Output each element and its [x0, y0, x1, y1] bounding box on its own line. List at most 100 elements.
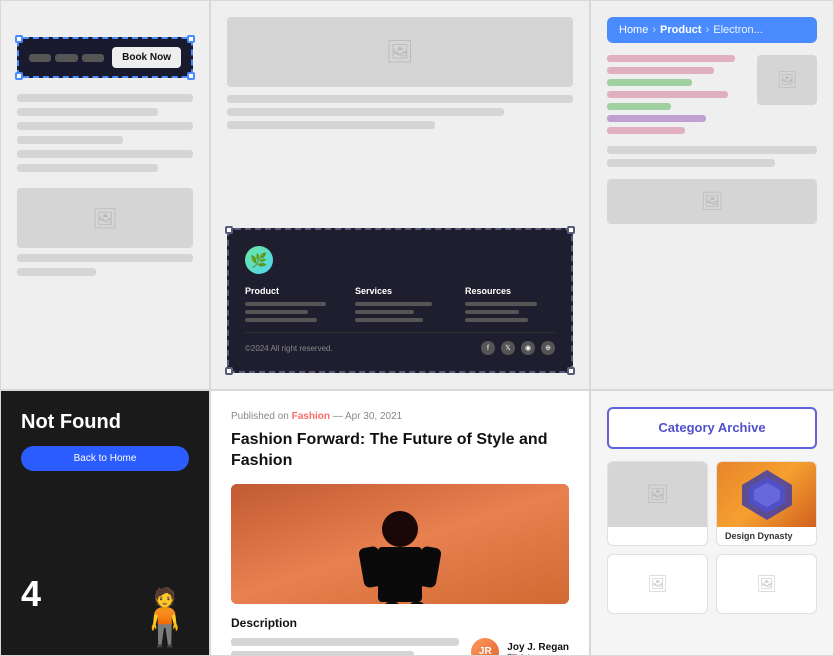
- booking-inputs: [29, 54, 104, 62]
- breadcrumb: Home › Product › Electron...: [607, 17, 817, 43]
- image-icon: 🖼: [646, 484, 669, 505]
- blog-bottom: JR Joy J. Regan 🇺🇸 John entry: [231, 638, 569, 656]
- product-image: 🖼: [757, 55, 817, 105]
- ph-line: [17, 122, 193, 130]
- back-home-button[interactable]: Back to Home: [21, 446, 189, 471]
- breadcrumb-separator: ›: [652, 24, 656, 36]
- top-mid-cell: 🖼 🌿 Product Services: [210, 0, 590, 390]
- resize-handle-tl[interactable]: [225, 226, 233, 234]
- ph-line: [607, 115, 706, 122]
- input-bar-3: [82, 54, 104, 62]
- product-description-lines: [607, 55, 749, 134]
- nav-line: [355, 318, 423, 322]
- breadcrumb-home[interactable]: Home: [619, 24, 648, 36]
- bottom-right-cell: Category Archive 🖼 Design Dynasty: [590, 390, 834, 656]
- author-avatar: JR: [471, 638, 499, 656]
- ph-line: [607, 127, 685, 134]
- footer-copyright: ©2024 All right reserved.: [245, 344, 333, 353]
- more-lines: [607, 146, 817, 167]
- instagram-icon[interactable]: ◉: [521, 341, 535, 355]
- top-left-cell: Book Now 🖼: [0, 0, 210, 390]
- ph-line: [227, 95, 573, 103]
- twitter-icon[interactable]: 𝕏: [501, 341, 515, 355]
- published-label: Published on: [231, 411, 289, 422]
- author-flag: 🇺🇸 John entry: [507, 653, 569, 656]
- breadcrumb-separator: ›: [706, 24, 710, 36]
- error-number: 4: [21, 573, 41, 615]
- image-icon: 🖼: [386, 39, 414, 65]
- nav-line: [245, 310, 308, 314]
- breadcrumb-product[interactable]: Product: [660, 24, 702, 36]
- website-icon[interactable]: ⊕: [541, 341, 555, 355]
- blog-date-value: Apr 30, 2021: [345, 411, 402, 422]
- bottom-mid-cell: Published on Fashion — Apr 30, 2021 Fash…: [210, 390, 590, 656]
- ph-line: [231, 638, 459, 646]
- ph-line: [17, 254, 193, 262]
- input-bar-2: [55, 54, 77, 62]
- description-label: Description: [231, 616, 569, 630]
- nav-line: [245, 302, 326, 306]
- nav-line: [465, 318, 528, 322]
- archive-thumbnail: 🖼: [608, 462, 707, 527]
- nav-line: [465, 310, 519, 314]
- image-icon: 🖼: [756, 574, 776, 594]
- ph-line: [607, 91, 728, 98]
- footer-nav-lines: [465, 302, 555, 322]
- ph-line: [17, 136, 123, 144]
- blog-content-lines: [231, 638, 459, 656]
- footer-nav: Product Services Resources: [245, 286, 555, 322]
- bottom-left-cell: Not Found Back to Home 4 🧍: [0, 390, 210, 656]
- archive-item-1[interactable]: 🖼: [607, 461, 708, 546]
- nav-line: [465, 302, 537, 306]
- featured-graphic: [717, 462, 816, 527]
- placeholder-wide-image: 🖼: [227, 17, 573, 87]
- ph-line: [17, 108, 158, 116]
- resize-handle-tr[interactable]: [187, 35, 195, 43]
- author-info: Joy J. Regan 🇺🇸 John entry: [507, 642, 569, 656]
- footer-nav-col-resources: Resources: [465, 286, 555, 322]
- archive-bottom-row: 🖼 🖼: [607, 554, 817, 614]
- footer-nav-title: Product: [245, 286, 335, 296]
- footer-nav-title: Resources: [465, 286, 555, 296]
- booking-widget[interactable]: Book Now: [17, 37, 193, 78]
- resize-handle-br[interactable]: [567, 367, 575, 375]
- footer-nav-col-product: Product: [245, 286, 335, 322]
- breadcrumb-electronics[interactable]: Electron...: [713, 24, 763, 36]
- not-found-title: Not Found: [21, 411, 189, 434]
- nav-line: [245, 318, 317, 322]
- ph-line: [17, 164, 158, 172]
- ph-line: [607, 159, 775, 167]
- archive-item-featured[interactable]: Design Dynasty: [716, 461, 817, 546]
- top-mid-upper: 🖼: [227, 17, 573, 220]
- facebook-icon[interactable]: f: [481, 341, 495, 355]
- nav-line: [355, 310, 414, 314]
- footer-dark-component: 🌿 Product Services Resource: [227, 228, 573, 373]
- resize-handle-bl[interactable]: [225, 367, 233, 375]
- footer-nav-col-services: Services: [355, 286, 445, 322]
- ph-line: [17, 94, 193, 102]
- ph-line: [607, 79, 692, 86]
- footer-nav-title: Services: [355, 286, 445, 296]
- bottom-image-placeholder: 🖼: [607, 179, 817, 224]
- footer-logo: 🌿: [245, 246, 555, 274]
- ph-line: [607, 67, 714, 74]
- archive-item-3[interactable]: 🖼: [607, 554, 708, 614]
- ph-line: [17, 150, 193, 158]
- blog-published: Published on Fashion — Apr 30, 2021: [231, 411, 569, 422]
- blog-tag[interactable]: Fashion: [292, 411, 330, 422]
- footer-nav-lines: [245, 302, 335, 322]
- ph-line: [607, 55, 735, 62]
- archive-item-4[interactable]: 🖼: [716, 554, 817, 614]
- placeholder-content: 🖼: [17, 94, 193, 276]
- book-now-button[interactable]: Book Now: [112, 47, 181, 68]
- blog-date: —: [333, 411, 345, 422]
- resize-handle-tl[interactable]: [15, 35, 23, 43]
- resize-handle-tr[interactable]: [567, 226, 575, 234]
- blog-title: Fashion Forward: The Future of Style and…: [231, 430, 569, 472]
- nav-line: [355, 302, 432, 306]
- resize-handle-br[interactable]: [187, 72, 195, 80]
- image-icon: 🖼: [777, 70, 797, 90]
- resize-handle-bl[interactable]: [15, 72, 23, 80]
- archive-grid: 🖼 Design Dynasty: [607, 461, 817, 546]
- category-archive-header: Category Archive: [607, 407, 817, 449]
